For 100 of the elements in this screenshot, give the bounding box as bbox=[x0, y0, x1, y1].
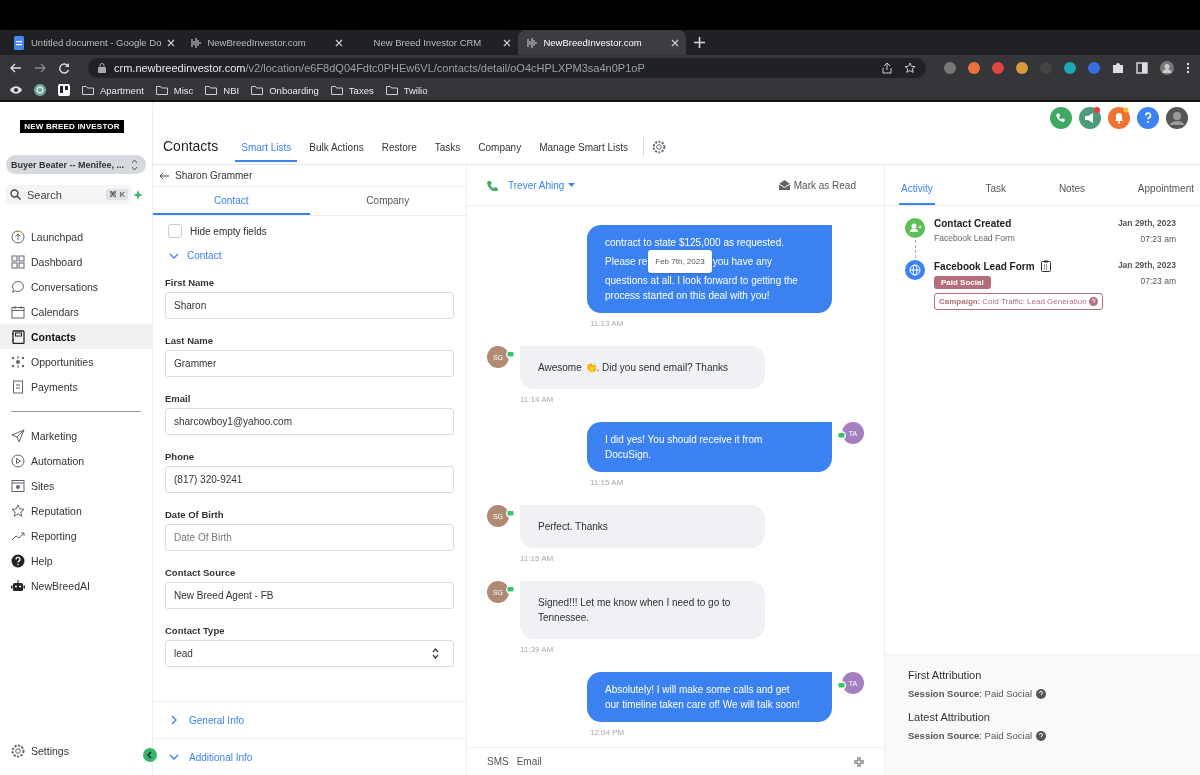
chevron-icon[interactable] bbox=[169, 715, 179, 725]
panel-tab[interactable]: Activity bbox=[899, 183, 935, 205]
nav-item[interactable]: Help bbox=[0, 548, 152, 573]
nav-item[interactable]: Opportunities bbox=[0, 349, 152, 374]
mark-read-button[interactable]: Mark as Read bbox=[778, 179, 856, 191]
extension-icon[interactable] bbox=[944, 61, 956, 74]
channel-tab[interactable]: SMS bbox=[487, 756, 509, 767]
panel-tab[interactable]: Task bbox=[983, 183, 1009, 205]
channel-tab[interactable]: Email bbox=[516, 756, 542, 767]
folder-icon bbox=[82, 85, 94, 95]
address-field[interactable]: crm.newbreedinvestor.com/v2/location/e6F8dQ04Fdtc0PHEw6VL/contacts/detail/oO4cHPLXPM3sa4n0P1oP bbox=[88, 57, 926, 78]
nav-item[interactable]: Launchpad bbox=[0, 224, 152, 249]
bookmark[interactable]: Misc bbox=[155, 84, 194, 96]
eye-icon[interactable] bbox=[10, 85, 22, 95]
panel-tab[interactable]: Appointment bbox=[1135, 183, 1196, 205]
nav-item[interactable]: Dashboard bbox=[0, 249, 152, 274]
sidepanel-icon[interactable] bbox=[1136, 61, 1148, 74]
nav-item[interactable]: Sites bbox=[0, 473, 152, 498]
share-icon[interactable] bbox=[882, 61, 892, 74]
nav-tab[interactable]: Company bbox=[472, 142, 528, 162]
collapse-icon[interactable] bbox=[143, 748, 157, 762]
nav-item[interactable]: Payments bbox=[0, 374, 152, 399]
nav-item[interactable]: Marketing bbox=[0, 423, 152, 448]
bell-icon[interactable] bbox=[1108, 107, 1130, 129]
nav-item[interactable]: Automation bbox=[0, 448, 152, 473]
help-icon[interactable] bbox=[1036, 730, 1047, 741]
extension-icon[interactable] bbox=[1064, 61, 1076, 74]
reload-icon[interactable] bbox=[58, 61, 70, 74]
nav-item[interactable]: Reputation bbox=[0, 498, 152, 523]
nav-tab[interactable]: Tasks bbox=[428, 142, 467, 162]
search-bar[interactable]: Search ⌘ K bbox=[6, 185, 132, 204]
message-bubble: Awesome 👏. Did you send email? Thanks bbox=[520, 346, 765, 389]
phone-icon[interactable] bbox=[487, 179, 498, 191]
panel-tab[interactable]: Notes bbox=[1056, 183, 1087, 205]
help-icon[interactable] bbox=[1036, 688, 1047, 699]
close-icon[interactable] bbox=[503, 38, 512, 47]
search-field[interactable]: Search bbox=[25, 187, 103, 202]
megaphone-icon[interactable] bbox=[1079, 107, 1101, 129]
panel-tab[interactable]: Contact bbox=[153, 187, 310, 215]
location-switcher[interactable]: Buyer Beater -- Menifee, ... bbox=[6, 155, 146, 174]
chevron-icon[interactable] bbox=[169, 752, 179, 762]
sms-badge-icon bbox=[506, 585, 515, 594]
profile-avatar-icon[interactable] bbox=[1160, 60, 1174, 75]
back-arrow-icon[interactable] bbox=[159, 171, 169, 180]
close-icon[interactable] bbox=[335, 38, 344, 47]
board-icon[interactable] bbox=[58, 84, 70, 96]
bookmark[interactable]: Onboarding bbox=[251, 84, 319, 96]
bookmark[interactable]: Apartment bbox=[82, 84, 144, 96]
close-icon[interactable] bbox=[167, 38, 176, 47]
section-title[interactable]: General Info bbox=[189, 714, 245, 726]
puzzle-icon[interactable] bbox=[1112, 61, 1124, 74]
more-icon[interactable] bbox=[1186, 61, 1190, 74]
sparkle-icon[interactable] bbox=[133, 190, 143, 200]
section-title[interactable]: Additional Info bbox=[189, 751, 253, 763]
forward-icon[interactable] bbox=[34, 61, 46, 74]
back-icon[interactable] bbox=[10, 61, 22, 74]
nav-item[interactable]: Contacts bbox=[0, 324, 152, 349]
close-icon[interactable] bbox=[671, 38, 680, 47]
new-tab-icon[interactable] bbox=[694, 37, 706, 48]
phone-icon[interactable] bbox=[1050, 107, 1072, 129]
nav-tab[interactable]: Manage Smart Lists bbox=[533, 142, 635, 162]
nav-item[interactable]: NewBreedAI bbox=[0, 573, 152, 598]
nav-tab[interactable]: Bulk Actions bbox=[303, 142, 370, 162]
section-title[interactable]: Contact bbox=[187, 250, 222, 261]
clipboard-icon[interactable] bbox=[1040, 260, 1051, 272]
input-field[interactable]: Grammer bbox=[165, 350, 454, 377]
nav-tab[interactable]: Restore bbox=[375, 142, 423, 162]
bookmark[interactable]: NBI bbox=[205, 84, 240, 96]
help-icon bbox=[11, 553, 25, 568]
checkbox[interactable] bbox=[168, 224, 182, 238]
help-icon[interactable] bbox=[1137, 107, 1159, 129]
nav-item[interactable]: Reporting bbox=[0, 523, 152, 548]
extension-icon[interactable] bbox=[968, 61, 980, 74]
browser-tab[interactable]: NewBreedInvestor.com bbox=[518, 30, 687, 55]
nav-item[interactable]: Conversations bbox=[0, 274, 152, 299]
settings-icon[interactable] bbox=[652, 140, 667, 154]
extension-icon[interactable] bbox=[1016, 61, 1028, 74]
nav-item[interactable]: Settings bbox=[0, 738, 138, 763]
contact-dropdown[interactable]: Trever Ahing bbox=[508, 179, 565, 191]
select-field[interactable]: lead bbox=[165, 640, 454, 667]
bookmark[interactable]: Taxes bbox=[330, 84, 374, 96]
nav-item[interactable]: Calendars bbox=[0, 299, 152, 324]
input-field[interactable]: sharcowboy1@yahoo.com bbox=[165, 408, 454, 435]
input-field[interactable]: Date Of Birth bbox=[165, 524, 454, 551]
bookmark[interactable]: Twilio bbox=[385, 84, 428, 96]
field-label: Email bbox=[165, 393, 192, 404]
globe-icon bbox=[905, 260, 925, 280]
extension-icon[interactable] bbox=[992, 61, 1004, 74]
user-avatar-icon[interactable] bbox=[1166, 107, 1188, 129]
upload-circle-icon bbox=[11, 229, 25, 244]
chevron-up-down-icon bbox=[432, 648, 439, 659]
extension-icon[interactable] bbox=[1088, 61, 1100, 74]
nav-tab[interactable]: Smart Lists bbox=[235, 142, 298, 162]
input-field[interactable]: (817) 320-9241 bbox=[165, 466, 454, 493]
input-field[interactable]: New Breed Agent - FB bbox=[165, 582, 454, 609]
field-label: Contact Source bbox=[165, 567, 237, 578]
star-icon[interactable] bbox=[904, 61, 916, 74]
message-bubble: I did yes! You should receive it from DocuSign. bbox=[587, 422, 832, 472]
panel-tab[interactable]: Company bbox=[309, 187, 466, 215]
input-field[interactable]: Sharon bbox=[165, 292, 454, 319]
